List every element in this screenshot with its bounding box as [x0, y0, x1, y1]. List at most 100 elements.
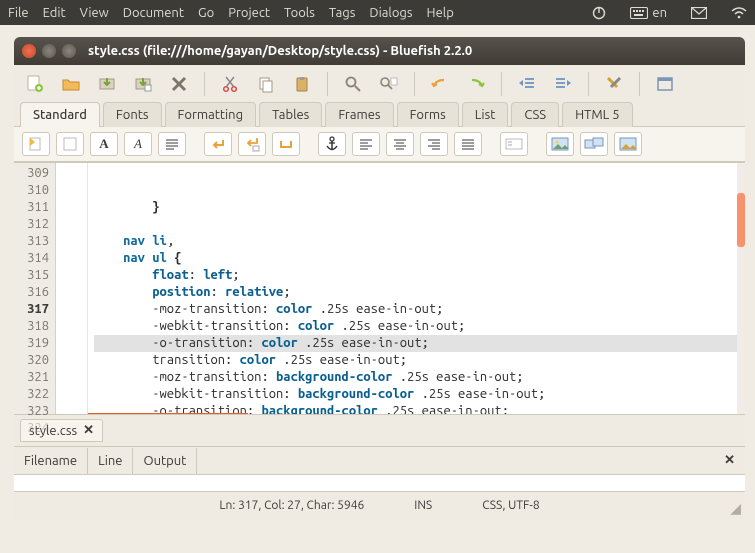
menu-file[interactable]: File — [8, 6, 29, 20]
code-line[interactable] — [94, 216, 745, 233]
find-icon[interactable] — [340, 71, 366, 97]
bold-icon[interactable]: A — [90, 132, 118, 156]
fold-gutter — [56, 163, 88, 414]
keyboard-lang-label: en — [652, 6, 667, 20]
toolbar-separator — [501, 72, 502, 96]
image-icon[interactable] — [546, 132, 574, 156]
nbsp-icon[interactable] — [272, 132, 300, 156]
app-window: style.css (file:///home/gayan/Desktop/st… — [14, 37, 745, 519]
align-left-icon[interactable] — [352, 132, 380, 156]
align-center-icon[interactable] — [386, 132, 414, 156]
main-toolbar — [14, 65, 745, 101]
document-tabs: style.css ✕ — [14, 414, 745, 446]
menu-edit[interactable]: Edit — [43, 6, 66, 20]
scrollbar-thumb[interactable] — [737, 193, 745, 247]
toolbar-separator — [639, 72, 640, 96]
tab-formatting[interactable]: Formatting — [165, 102, 257, 127]
toolbar-separator — [588, 72, 589, 96]
close-tab-icon[interactable]: ✕ — [83, 423, 94, 438]
output-col-line[interactable]: Line — [88, 448, 133, 474]
toolbar-separator — [414, 72, 415, 96]
undo-icon[interactable] — [427, 71, 453, 97]
output-col-output[interactable]: Output — [133, 448, 197, 474]
code-line[interactable]: transition: color .25s ease-in-out; — [94, 352, 745, 369]
code-line[interactable]: nav li, — [94, 233, 745, 250]
tab-list[interactable]: List — [462, 102, 509, 127]
wifi-icon[interactable] — [731, 7, 747, 19]
code-line[interactable]: nav ul { — [94, 250, 745, 267]
system-menubar: File Edit View Document Go Project Tools… — [0, 0, 755, 25]
menu-project[interactable]: Project — [228, 6, 270, 20]
paste-icon[interactable] — [289, 71, 315, 97]
window-close-button[interactable] — [22, 44, 36, 58]
menu-go[interactable]: Go — [198, 6, 214, 20]
menu-tools[interactable]: Tools — [284, 6, 315, 20]
keyboard-layout-icon[interactable]: en — [630, 6, 667, 20]
close-file-icon[interactable] — [166, 71, 192, 97]
status-filetype: CSS, UTF-8 — [482, 499, 539, 512]
new-file-icon[interactable] — [22, 71, 48, 97]
tab-fonts[interactable]: Fonts — [103, 102, 162, 127]
align-justify-icon[interactable] — [454, 132, 482, 156]
copy-icon[interactable] — [253, 71, 279, 97]
menu-view[interactable]: View — [80, 6, 109, 20]
tab-html5[interactable]: HTML 5 — [562, 102, 633, 127]
comment-icon[interactable] — [500, 132, 528, 156]
code-line[interactable]: -webkit-transition: color .25s ease-in-o… — [94, 318, 745, 335]
save-icon[interactable] — [94, 71, 120, 97]
unindent-icon[interactable] — [514, 71, 540, 97]
titlebar[interactable]: style.css (file:///home/gayan/Desktop/st… — [14, 37, 745, 65]
cut-icon[interactable] — [217, 71, 243, 97]
find-replace-icon[interactable] — [376, 71, 402, 97]
code-line[interactable]: } — [94, 199, 745, 216]
tab-tables[interactable]: Tables — [259, 102, 322, 127]
window-maximize-button[interactable] — [62, 44, 76, 58]
output-col-filename[interactable]: Filename — [14, 448, 88, 474]
menu-tags[interactable]: Tags — [329, 6, 356, 20]
code-line[interactable]: -o-transition: color .25s ease-in-out; — [94, 335, 745, 352]
vertical-scrollbar[interactable] — [737, 163, 745, 414]
italic-icon[interactable]: A — [124, 132, 152, 156]
status-position: Ln: 317, Col: 27, Char: 5946 — [219, 499, 364, 512]
output-panel: Filename Line Output ✕ — [14, 446, 745, 491]
output-close-icon[interactable]: ✕ — [714, 447, 745, 474]
save-as-icon[interactable] — [130, 71, 156, 97]
anchor-icon[interactable] — [318, 132, 346, 156]
mail-icon[interactable] — [691, 7, 707, 19]
quickstart-icon[interactable] — [22, 132, 50, 156]
menu-document[interactable]: Document — [123, 6, 184, 20]
code-line[interactable]: -moz-transition: background-color .25s e… — [94, 369, 745, 386]
toolbar-separator — [327, 72, 328, 96]
window-title: style.css (file:///home/gayan/Desktop/st… — [88, 44, 472, 58]
code-line[interactable]: -moz-transition: color .25s ease-in-out; — [94, 301, 745, 318]
fullscreen-icon[interactable] — [652, 71, 678, 97]
directive-marker — [88, 413, 248, 414]
thumbnail-icon[interactable] — [614, 132, 642, 156]
code-editor[interactable]: 3093103113123133143153163173183193203213… — [14, 162, 745, 414]
code-line[interactable]: -webkit-transition: background-color .25… — [94, 386, 745, 403]
window-minimize-button[interactable] — [42, 44, 56, 58]
code-line[interactable]: float: left; — [94, 267, 745, 284]
tab-forms[interactable]: Forms — [397, 102, 459, 127]
statusbar: Ln: 317, Col: 27, Char: 5946 INS CSS, UT… — [14, 491, 745, 519]
paragraph-icon[interactable] — [158, 132, 186, 156]
preferences-icon[interactable] — [601, 71, 627, 97]
align-right-icon[interactable] — [420, 132, 448, 156]
tab-frames[interactable]: Frames — [325, 102, 393, 127]
tab-css[interactable]: CSS — [511, 102, 559, 127]
shutdown-icon[interactable] — [592, 6, 606, 20]
tab-standard[interactable]: Standard — [20, 102, 100, 127]
menu-dialogs[interactable]: Dialogs — [369, 6, 412, 20]
code-line[interactable]: position: relative; — [94, 284, 745, 301]
menu-help[interactable]: Help — [427, 6, 454, 20]
redo-icon[interactable] — [463, 71, 489, 97]
code-area[interactable]: } nav li, nav ul { float: left; position… — [88, 163, 745, 414]
indent-icon[interactable] — [550, 71, 576, 97]
body-icon[interactable] — [56, 132, 84, 156]
open-file-icon[interactable] — [58, 71, 84, 97]
break-clear-icon[interactable] — [238, 132, 266, 156]
line-number-gutter: 3093103113123133143153163173183193203213… — [14, 163, 56, 414]
break-icon[interactable] — [204, 132, 232, 156]
resize-grip-icon[interactable]: ◢ — [730, 500, 741, 517]
multi-thumbnail-icon[interactable] — [580, 132, 608, 156]
